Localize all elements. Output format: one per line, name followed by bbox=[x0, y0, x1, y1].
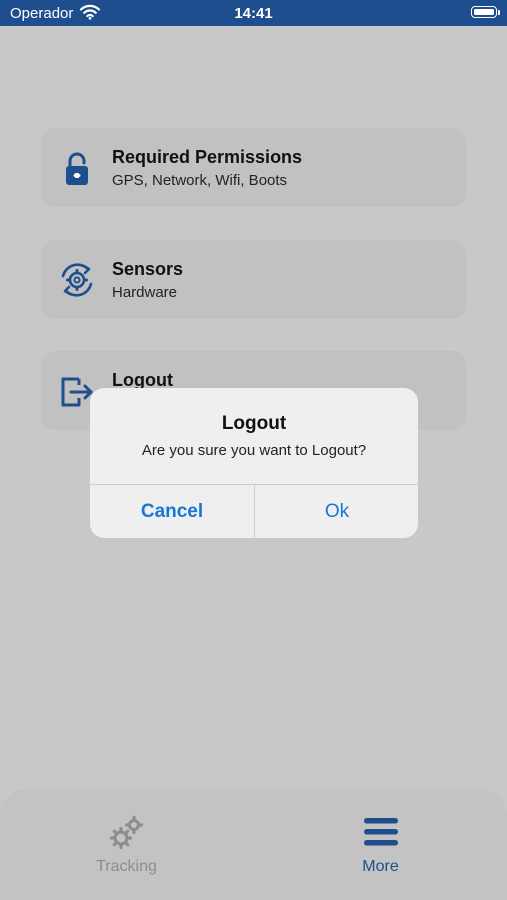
tab-label: Tracking bbox=[96, 858, 157, 875]
tab-bar: Tracking More bbox=[0, 789, 507, 900]
cancel-button[interactable]: Cancel bbox=[90, 485, 254, 538]
battery-tip bbox=[498, 10, 500, 15]
dialog-message: Are you sure you want to Logout? bbox=[141, 442, 367, 459]
menu-item-subtitle: Hardware bbox=[112, 284, 178, 301]
tab-label: More bbox=[362, 858, 399, 875]
menu-icon bbox=[361, 813, 401, 853]
status-bar: Operador 14:41 bbox=[0, 0, 507, 26]
lock-icon bbox=[57, 148, 97, 188]
tab-more[interactable]: More bbox=[254, 789, 507, 900]
menu-item-title: Required Permissions bbox=[112, 147, 303, 167]
gear-sync-icon bbox=[57, 260, 97, 300]
ok-button[interactable]: Ok bbox=[255, 485, 418, 538]
dialog-title: Logout bbox=[221, 413, 287, 434]
menu-item-title: Sensors bbox=[112, 259, 184, 279]
gears-icon bbox=[107, 813, 147, 853]
tab-tracking[interactable]: Tracking bbox=[0, 789, 253, 900]
menu-item-subtitle: GPS, Network, Wifi, Boots bbox=[112, 172, 288, 189]
menu-item-sensors[interactable]: Sensors Hardware bbox=[41, 240, 466, 319]
status-time: 14:41 bbox=[234, 5, 273, 22]
battery-icon bbox=[471, 6, 497, 18]
menu-item-required-permissions[interactable]: Required Permissions GPS, Network, Wifi,… bbox=[41, 128, 466, 207]
logout-dialog: Logout Are you sure you want to Logout? … bbox=[90, 388, 418, 538]
